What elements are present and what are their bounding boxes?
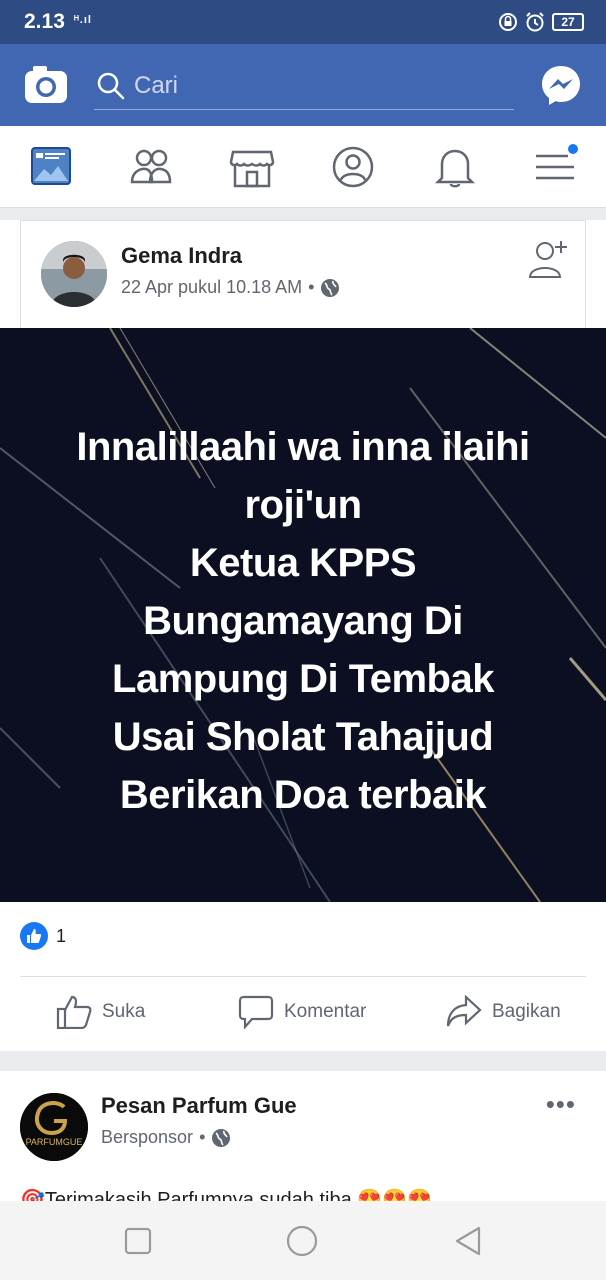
post-image-text: Innalillaahi wa inna ilaihi roji'un Ketu… xyxy=(76,425,530,817)
reaction-count: 1 xyxy=(56,925,67,946)
search-input[interactable] xyxy=(134,68,504,104)
like-button[interactable]: Suka xyxy=(56,995,145,1029)
reaction-summary[interactable]: 1 xyxy=(20,922,66,950)
back-icon[interactable] xyxy=(452,1225,484,1257)
globe-icon xyxy=(212,1128,231,1147)
search-bar[interactable] xyxy=(94,66,514,110)
post-timestamp[interactable]: 22 Apr pukul 10.18 AM xyxy=(121,277,302,298)
status-icons: 27 xyxy=(498,11,584,33)
meta-separator: • xyxy=(308,277,315,297)
menu-icon[interactable] xyxy=(532,144,578,190)
camera-icon[interactable] xyxy=(24,64,68,104)
sponsored-label: Bersponsor xyxy=(101,1127,194,1147)
section-divider xyxy=(0,208,606,220)
ad-meta: Bersponsor • xyxy=(101,1127,231,1148)
add-friend-icon[interactable] xyxy=(527,237,571,281)
marketplace-icon[interactable] xyxy=(229,144,275,190)
globe-icon xyxy=(321,278,340,297)
lock-rotation-icon xyxy=(499,13,517,31)
share-label: Bagikan xyxy=(492,1001,561,1022)
signal-indicator: ᴴ.ıl xyxy=(74,14,92,26)
status-time: 2.13 xyxy=(24,10,65,33)
alarm-icon xyxy=(526,12,544,32)
search-icon xyxy=(97,72,125,100)
share-icon xyxy=(446,995,482,1027)
comment-label: Komentar xyxy=(284,1001,367,1022)
author-avatar[interactable] xyxy=(41,241,107,307)
sponsored-post: PARFUMGUE Pesan Parfum Gue Bersponsor • … xyxy=(0,1071,606,1201)
battery-indicator: 27 xyxy=(552,13,584,31)
share-button[interactable]: Bagikan xyxy=(446,995,561,1029)
like-reaction-icon xyxy=(20,922,48,950)
status-bar: 2.13 ᴴ.ıl 27 xyxy=(0,0,606,44)
avatar-photo xyxy=(41,241,107,307)
ad-text: 🎯Terimakasih Parfumnya sudah tiba 😍😍😍 xyxy=(20,1189,432,1201)
messenger-icon[interactable] xyxy=(540,64,582,106)
more-options-icon[interactable]: ••• xyxy=(546,1091,576,1117)
like-label: Suka xyxy=(102,1001,146,1022)
comment-icon xyxy=(238,995,274,1029)
svg-text:PARFUMGUE: PARFUMGUE xyxy=(26,1137,83,1147)
notification-dot xyxy=(568,144,578,154)
post-meta: 22 Apr pukul 10.18 AM • xyxy=(121,277,340,298)
top-app-bar xyxy=(0,44,606,126)
advertiser-avatar[interactable]: PARFUMGUE xyxy=(20,1093,88,1161)
comment-button[interactable]: Komentar xyxy=(238,995,366,1029)
post-image[interactable]: Innalillaahi wa inna ilaihi roji'un Ketu… xyxy=(0,328,606,902)
post-actions: Suka Komentar Bagikan xyxy=(0,977,606,1051)
thumbs-up-icon xyxy=(56,995,92,1029)
section-divider xyxy=(0,1051,606,1071)
friends-icon[interactable] xyxy=(128,144,174,190)
feed-icon[interactable] xyxy=(28,144,74,190)
meta-separator: • xyxy=(199,1127,206,1147)
profile-icon[interactable] xyxy=(330,144,376,190)
recents-icon[interactable] xyxy=(122,1225,154,1257)
main-nav xyxy=(0,126,606,208)
system-nav-bar xyxy=(0,1201,606,1280)
post-author[interactable]: Gema Indra xyxy=(121,243,242,269)
notifications-icon[interactable] xyxy=(432,144,478,190)
advertiser-name[interactable]: Pesan Parfum Gue xyxy=(101,1093,297,1119)
home-icon[interactable] xyxy=(286,1225,318,1257)
post-header: Gema Indra 22 Apr pukul 10.18 AM • xyxy=(20,220,586,328)
parfumgue-logo: PARFUMGUE xyxy=(20,1093,88,1161)
